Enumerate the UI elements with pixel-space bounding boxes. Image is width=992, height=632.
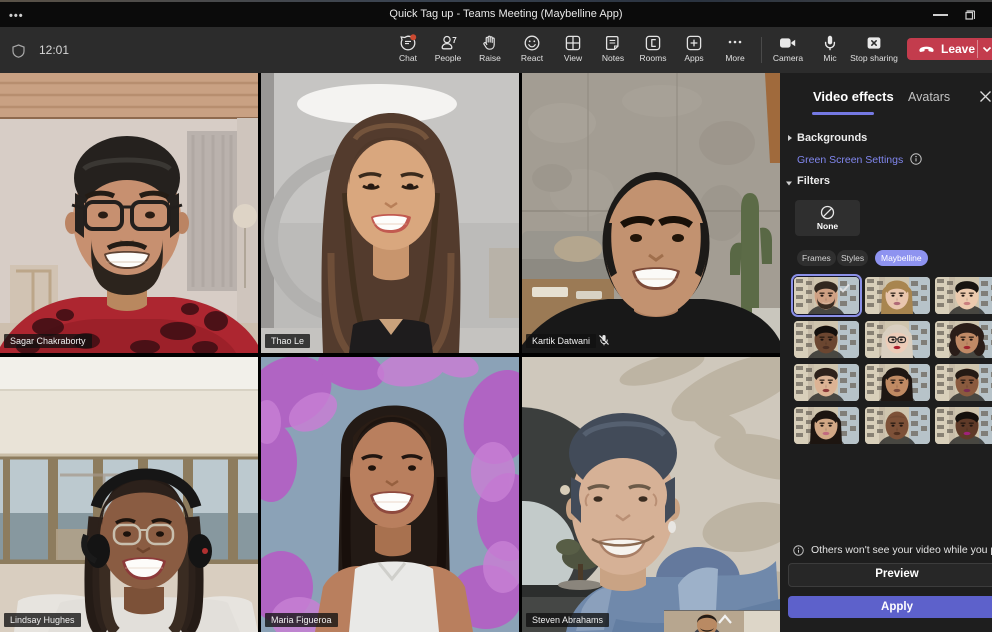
svg-text:7: 7 <box>452 36 457 45</box>
